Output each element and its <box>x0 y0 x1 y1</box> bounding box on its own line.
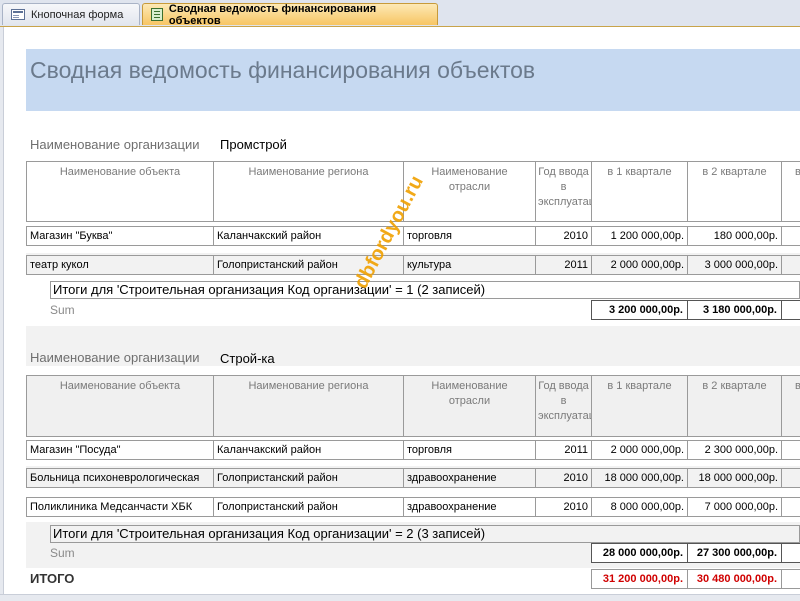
column-header-object: Наименование объекта <box>26 161 214 222</box>
column-header-q3: в <box>781 161 800 222</box>
sum-q3 <box>781 543 800 563</box>
cell-year: 2011 <box>535 440 592 460</box>
cell-q3 <box>781 226 800 246</box>
sum-q1: 3 200 000,00р. <box>591 300 688 320</box>
grand-total-label: ИТОГО <box>30 571 75 586</box>
cell-year: 2010 <box>535 468 592 488</box>
cell-object: Больница психоневрологическая <box>26 468 214 488</box>
cell-industry: здравоохранение <box>403 497 536 517</box>
sum-q2: 3 180 000,00р. <box>687 300 782 320</box>
report-icon <box>151 8 163 21</box>
grand-total-q3 <box>781 569 800 589</box>
cell-region: Каланчакский район <box>213 440 404 460</box>
group-totals-text: Итоги для 'Строительная организация Код … <box>50 281 800 299</box>
cell-q2: 7 000 000,00р. <box>687 497 782 517</box>
report-title: Сводная ведомость финансирования объекто… <box>30 57 536 83</box>
column-header-q2: в 2 квартале <box>687 161 782 222</box>
cell-industry: здравоохранение <box>403 468 536 488</box>
cell-q3 <box>781 440 800 460</box>
column-header-q3: в <box>781 375 800 437</box>
sum-q3 <box>781 300 800 320</box>
group-totals-text: Итоги для 'Строительная организация Код … <box>50 525 800 543</box>
cell-q3 <box>781 497 800 517</box>
group-label: Наименование организации <box>30 350 200 365</box>
sum-label: Sum <box>50 303 75 317</box>
column-header-year: Год ввода в эксплуатацию <box>535 375 609 437</box>
sum-q2: 27 300 000,00р. <box>687 543 782 563</box>
cell-q1: 2 000 000,00р. <box>591 255 688 275</box>
cell-industry: торговля <box>403 440 536 460</box>
document-tab-strip: Кнопочная форма Сводная ведомость финанс… <box>0 0 800 27</box>
column-header-object: Наименование объекта <box>26 375 214 437</box>
column-header-year: Год ввода в эксплуатацию <box>535 161 609 222</box>
cell-q2: 3 000 000,00р. <box>687 255 782 275</box>
tab-switchboard-form[interactable]: Кнопочная форма <box>2 3 140 25</box>
sum-label: Sum <box>50 546 75 560</box>
column-header-region: Наименование региона <box>213 375 404 437</box>
group-org-name: Строй-ка <box>220 351 275 366</box>
report-title-band: Сводная ведомость финансирования объекто… <box>26 49 800 111</box>
column-header-q1: в 1 квартале <box>591 375 688 437</box>
form-icon <box>11 9 25 20</box>
cell-q1: 18 000 000,00р. <box>591 468 688 488</box>
cell-region: Голопристанский район <box>213 497 404 517</box>
cell-q3 <box>781 468 800 488</box>
cell-industry: торговля <box>403 226 536 246</box>
cell-object: Магазин "Посуда" <box>26 440 214 460</box>
tab-label: Сводная ведомость финансирования объекто… <box>168 2 377 27</box>
cell-object: театр кукол <box>26 255 214 275</box>
tab-financing-report[interactable]: Сводная ведомость финансирования объекто… <box>142 2 438 27</box>
column-header-region: Наименование региона <box>213 161 404 222</box>
cell-q1: 8 000 000,00р. <box>591 497 688 517</box>
tab-label: Кнопочная форма <box>31 8 124 21</box>
cell-year: 2011 <box>535 255 592 275</box>
cell-q2: 2 300 000,00р. <box>687 440 782 460</box>
column-header-q2: в 2 квартале <box>687 375 782 437</box>
cell-q1: 2 000 000,00р. <box>591 440 688 460</box>
left-ruler <box>0 27 4 600</box>
column-header-industry: Наименование отрасли <box>403 375 536 437</box>
cell-region: Голопристанский район <box>213 468 404 488</box>
group-label: Наименование организации <box>30 137 200 152</box>
cell-year: 2010 <box>535 497 592 517</box>
grand-total-q1: 31 200 000,00р. <box>591 569 688 589</box>
cell-q1: 1 200 000,00р. <box>591 226 688 246</box>
cell-q2: 18 000 000,00р. <box>687 468 782 488</box>
column-header-q1: в 1 квартале <box>591 161 688 222</box>
sum-q1: 28 000 000,00р. <box>591 543 688 563</box>
cell-industry: культура <box>403 255 536 275</box>
grand-total-q2: 30 480 000,00р. <box>687 569 782 589</box>
group-org-name: Промстрой <box>220 137 287 152</box>
cell-q3 <box>781 255 800 275</box>
cell-q2: 180 000,00р. <box>687 226 782 246</box>
cell-year: 2010 <box>535 226 592 246</box>
cell-object: Поликлиника Медсанчасти ХБК <box>26 497 214 517</box>
cell-object: Магазин "Буква" <box>26 226 214 246</box>
